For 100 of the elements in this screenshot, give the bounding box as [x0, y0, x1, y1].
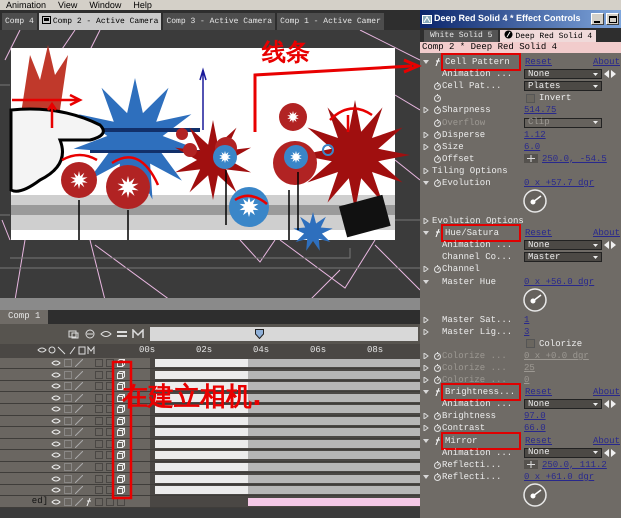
property-value[interactable]: 97.0 — [524, 410, 546, 422]
dropdown-arrow-icon[interactable] — [593, 402, 598, 406]
reset-link[interactable]: Reset — [525, 386, 552, 398]
layer-bar[interactable] — [155, 428, 420, 436]
twirl-closed-icon[interactable] — [423, 413, 429, 420]
cube-icon[interactable] — [117, 428, 125, 436]
angle-dial[interactable] — [523, 288, 547, 312]
about-link[interactable]: About — [592, 227, 620, 240]
stopwatch-icon[interactable] — [434, 424, 440, 432]
reset-link[interactable]: Reset — [525, 56, 552, 68]
timeline-tab[interactable]: Comp 1 — [0, 310, 48, 324]
stopwatch-icon[interactable] — [434, 142, 440, 151]
layer-bar[interactable] — [155, 474, 420, 483]
cube-icon[interactable] — [117, 440, 125, 448]
twirl-closed-icon[interactable] — [423, 316, 429, 323]
dropdown[interactable]: Master — [524, 252, 602, 262]
twirl-closed-icon[interactable] — [423, 132, 429, 138]
checkbox[interactable] — [526, 339, 535, 348]
dropdown-arrow-icon[interactable] — [593, 451, 598, 454]
switch-icon[interactable] — [117, 498, 125, 506]
twirl-open-icon[interactable] — [423, 438, 429, 444]
group-label[interactable]: Evolution Options — [432, 215, 524, 228]
panel-tab[interactable]: Deep Red Solid 4 — [500, 30, 596, 42]
dropdown[interactable]: None — [524, 448, 602, 458]
marker-icon[interactable] — [132, 328, 144, 339]
property-value[interactable]: 250.0, -54.5 — [542, 152, 607, 165]
stopwatch-icon[interactable] — [434, 460, 440, 469]
stopwatch-icon[interactable] — [434, 106, 440, 114]
twirl-open-icon[interactable] — [423, 230, 429, 236]
cube-icon[interactable] — [117, 451, 125, 460]
stopwatch-icon[interactable] — [434, 412, 440, 420]
dropdown-arrow-icon[interactable] — [593, 72, 598, 76]
maximize-icon[interactable] — [608, 16, 616, 22]
layer-bar[interactable] — [155, 486, 420, 494]
angle-dial[interactable] — [523, 189, 547, 214]
reset-link[interactable]: Reset — [525, 227, 552, 240]
twirl-open-icon[interactable] — [423, 278, 429, 285]
maximize-button[interactable] — [606, 13, 619, 25]
twirl-closed-icon[interactable] — [423, 425, 429, 432]
twirl-closed-icon[interactable] — [423, 107, 429, 114]
property-value[interactable]: 250.0, 111.2 — [542, 458, 607, 471]
cube-icon[interactable] — [117, 359, 125, 368]
stopwatch-icon[interactable] — [434, 178, 440, 187]
keyframe-nav-icon[interactable] — [604, 70, 616, 78]
layer-bar[interactable] — [155, 359, 420, 368]
checkbox[interactable] — [526, 94, 535, 103]
viewer-tab[interactable]: Comp 1 - Active Camer — [277, 13, 384, 30]
stopwatch-icon[interactable] — [434, 154, 440, 163]
stopwatch-icon[interactable] — [434, 82, 440, 90]
twirl-open-icon[interactable] — [423, 180, 429, 186]
about-link[interactable]: About — [592, 56, 620, 68]
cube-icon[interactable] — [117, 486, 125, 494]
dropdown[interactable]: None — [524, 240, 602, 250]
about-link[interactable]: About — [592, 434, 620, 447]
dropdown[interactable]: None — [524, 399, 602, 410]
property-value[interactable]: 0 x +56.0 dgr — [524, 276, 594, 288]
effect-switch-icon[interactable] — [86, 498, 92, 506]
viewer-tab[interactable]: Comp 4 — [2, 13, 37, 30]
menu-item[interactable]: Help — [133, 0, 152, 10]
twirl-open-icon[interactable] — [423, 59, 429, 66]
motion-blur-icon[interactable] — [84, 328, 96, 339]
property-value[interactable]: 6.0 — [524, 140, 540, 153]
reset-link[interactable]: Reset — [525, 434, 552, 447]
menu-item[interactable]: View — [58, 0, 78, 10]
property-value[interactable]: 514.75 — [524, 104, 556, 116]
panel-tab[interactable]: White Solid 5 — [424, 30, 498, 42]
menu-item[interactable]: Window — [89, 0, 122, 10]
layer-bar[interactable] — [248, 498, 420, 506]
cube-icon[interactable] — [117, 474, 125, 483]
crosshair-icon[interactable] — [524, 154, 538, 164]
minimize-button[interactable] — [591, 13, 604, 25]
cube-icon[interactable] — [117, 416, 125, 425]
stopwatch-icon[interactable] — [434, 472, 440, 481]
twirl-open-icon[interactable] — [423, 389, 429, 396]
property-value[interactable]: 1.12 — [524, 128, 546, 141]
stopwatch-icon[interactable] — [434, 130, 440, 139]
about-link[interactable]: About — [592, 386, 620, 398]
layer-switch-icon[interactable] — [68, 328, 80, 339]
layer-bar[interactable] — [155, 440, 420, 448]
eye-icon[interactable] — [100, 328, 112, 339]
frame-blend-icon[interactable] — [116, 328, 128, 339]
property-value[interactable]: 0 x +57.7 dgr — [524, 176, 594, 189]
cube-icon[interactable] — [117, 462, 125, 471]
keyframe-nav-icon[interactable] — [604, 400, 616, 408]
keyframe-nav-icon[interactable] — [604, 448, 616, 457]
twirl-closed-icon[interactable] — [423, 218, 429, 224]
twirl-closed-icon[interactable] — [423, 328, 429, 335]
twirl-open-icon[interactable] — [423, 474, 429, 480]
viewer-tab[interactable]: Comp 3 - Active Camera — [163, 13, 276, 30]
keyframe-nav-icon[interactable] — [604, 241, 616, 250]
dropdown-arrow-icon[interactable] — [593, 256, 598, 259]
property-value[interactable]: 1 — [524, 314, 530, 326]
layer-bar[interactable] — [155, 416, 420, 425]
playhead-icon[interactable] — [254, 328, 264, 339]
property-value[interactable]: 3 — [524, 326, 530, 338]
angle-dial[interactable] — [523, 482, 547, 507]
property-value[interactable]: 0 x +61.0 dgr — [524, 470, 594, 483]
stopwatch-icon[interactable] — [434, 265, 440, 274]
dropdown[interactable]: None — [524, 69, 602, 80]
property-value[interactable]: 66.0 — [524, 422, 546, 434]
